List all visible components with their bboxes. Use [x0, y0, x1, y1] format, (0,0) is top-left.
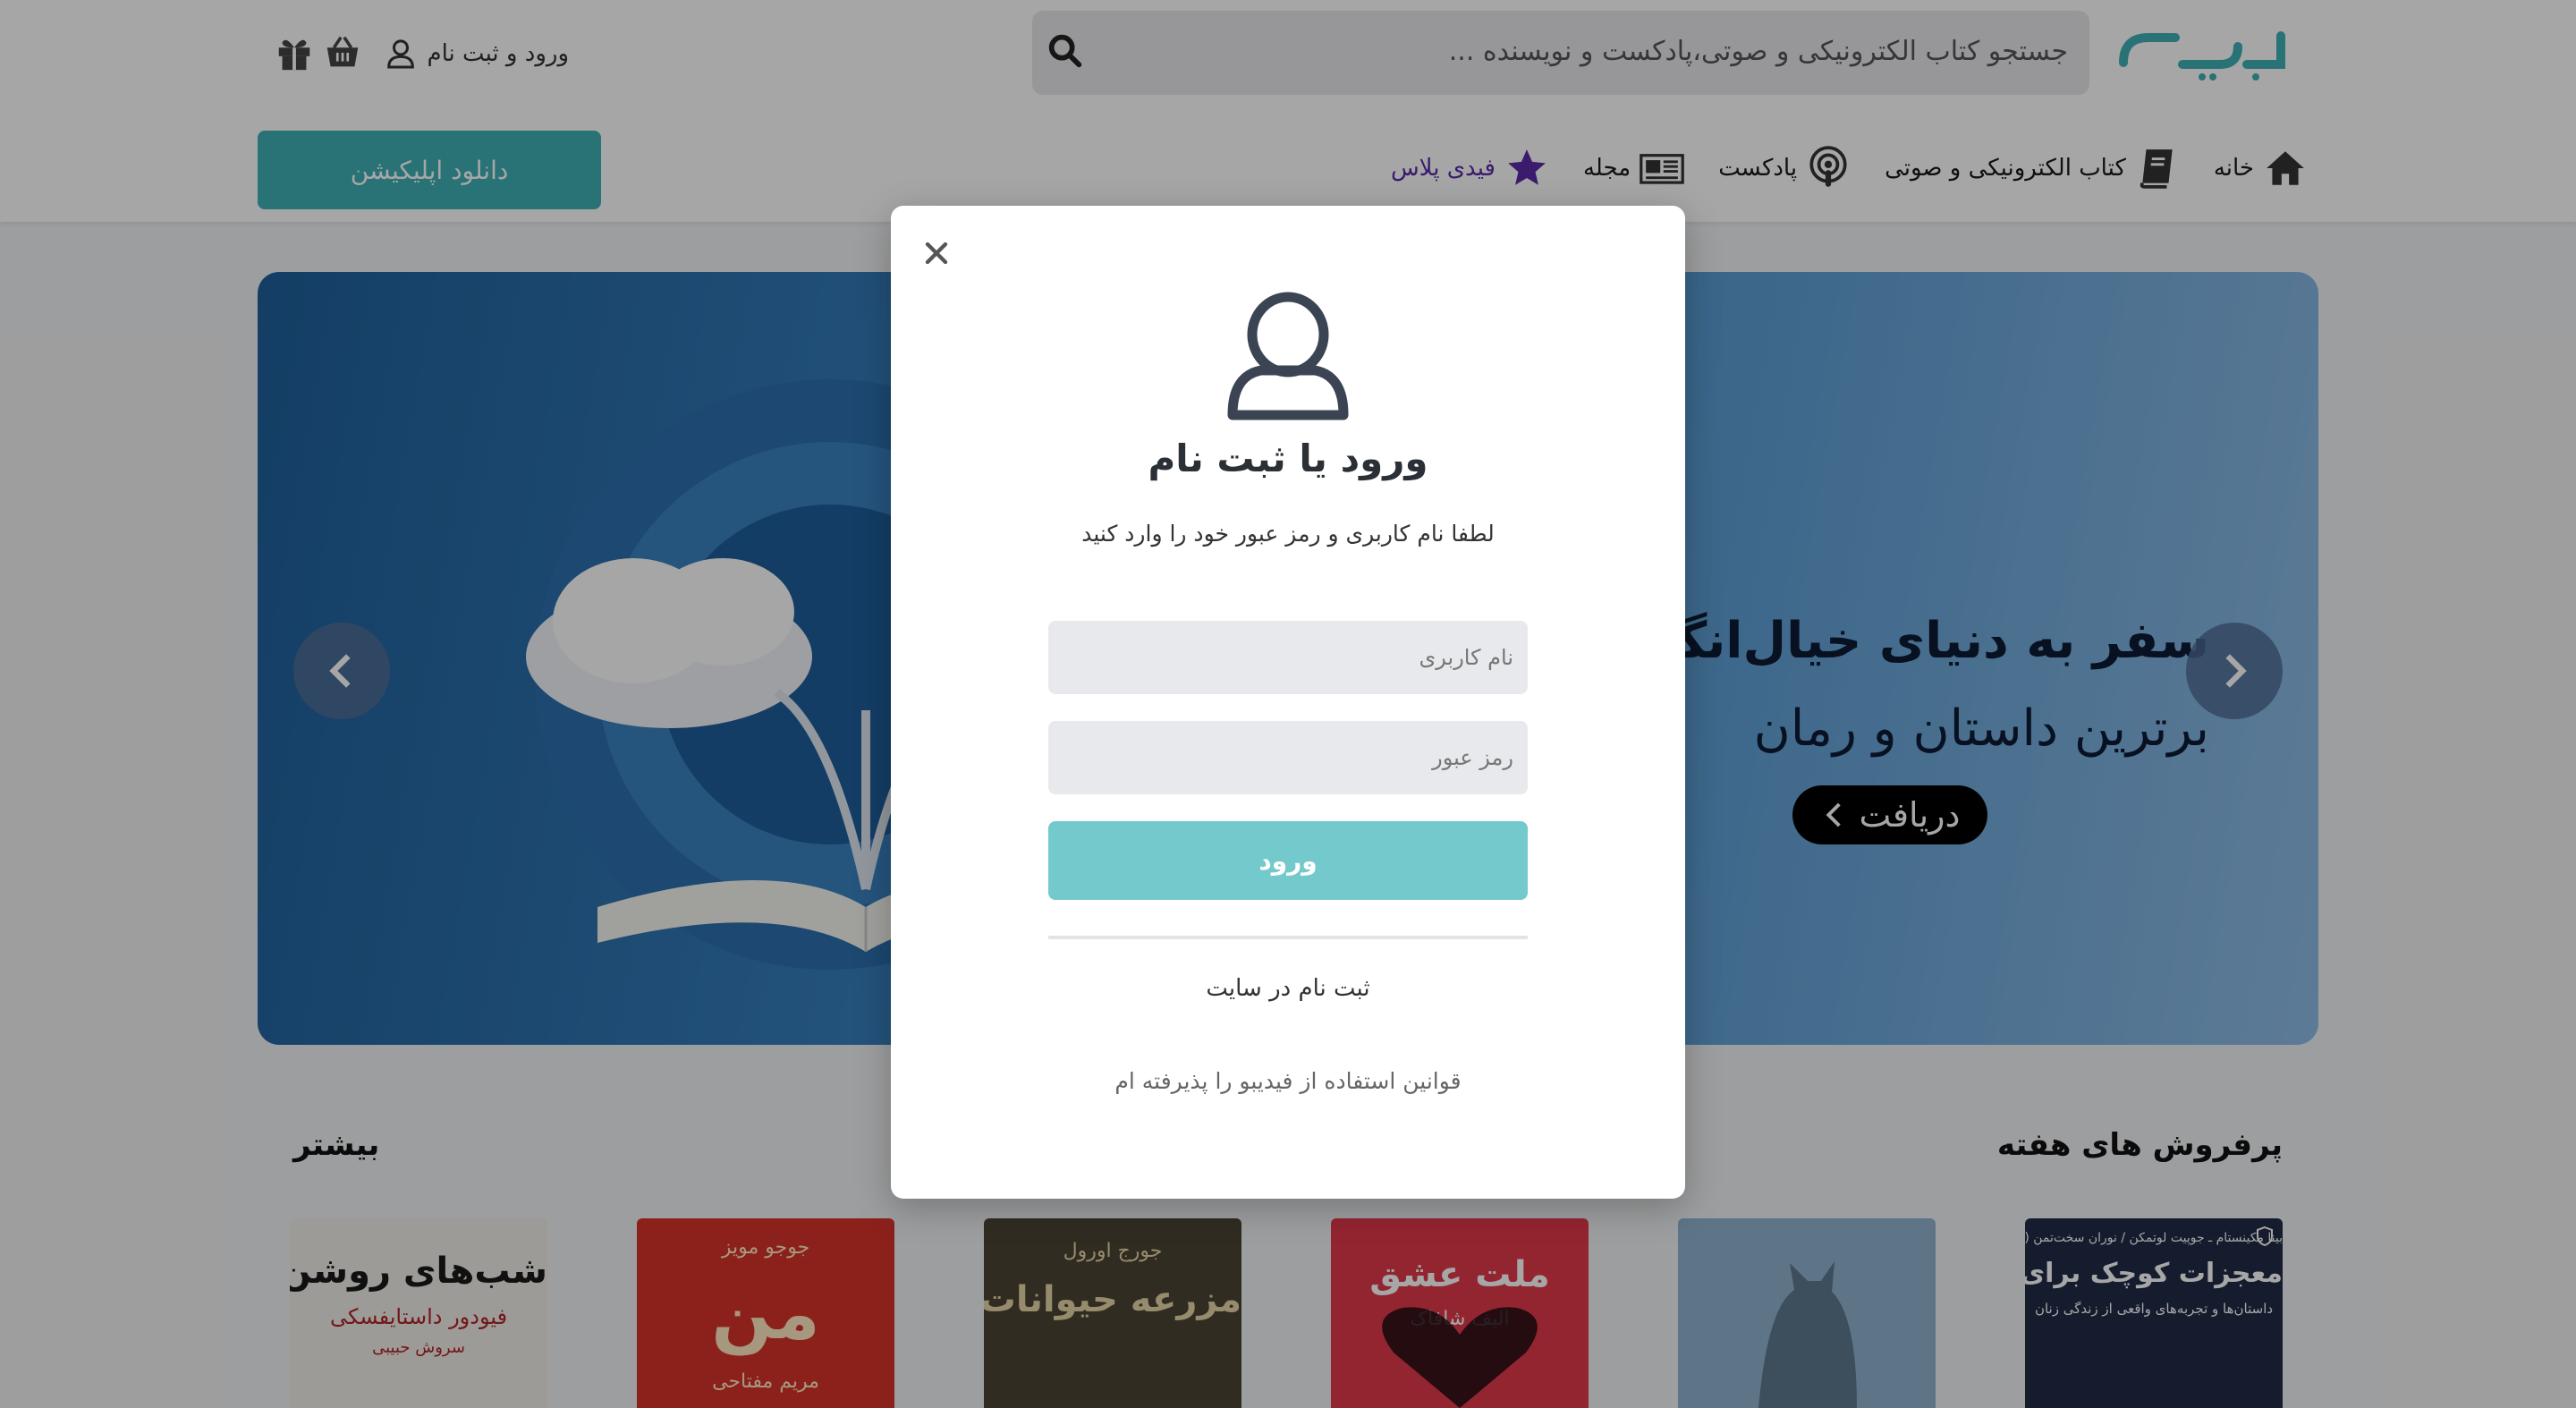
user-icon: [1227, 292, 1349, 420]
login-modal: ورود یا ثبت نام لطفا نام کاربری و رمز عب…: [891, 206, 1685, 1199]
modal-title: ورود یا ثبت نام: [1148, 437, 1428, 480]
password-input[interactable]: [1048, 721, 1528, 794]
terms-link[interactable]: قوانین استفاده از فیدیبو را پذیرفته ام: [891, 1068, 1685, 1094]
page: جستجو کتاب الکترونیکی و صوتی،پادکست و نو…: [0, 0, 2576, 1408]
username-input[interactable]: [1048, 621, 1528, 694]
login-button[interactable]: ورود: [1048, 821, 1528, 900]
close-icon[interactable]: [923, 240, 950, 267]
register-link[interactable]: ثبت نام در سایت: [891, 975, 1685, 1002]
divider: [1048, 936, 1528, 939]
modal-description: لطفا نام کاربری و رمز عبور خود را وارد ک…: [1081, 521, 1495, 547]
